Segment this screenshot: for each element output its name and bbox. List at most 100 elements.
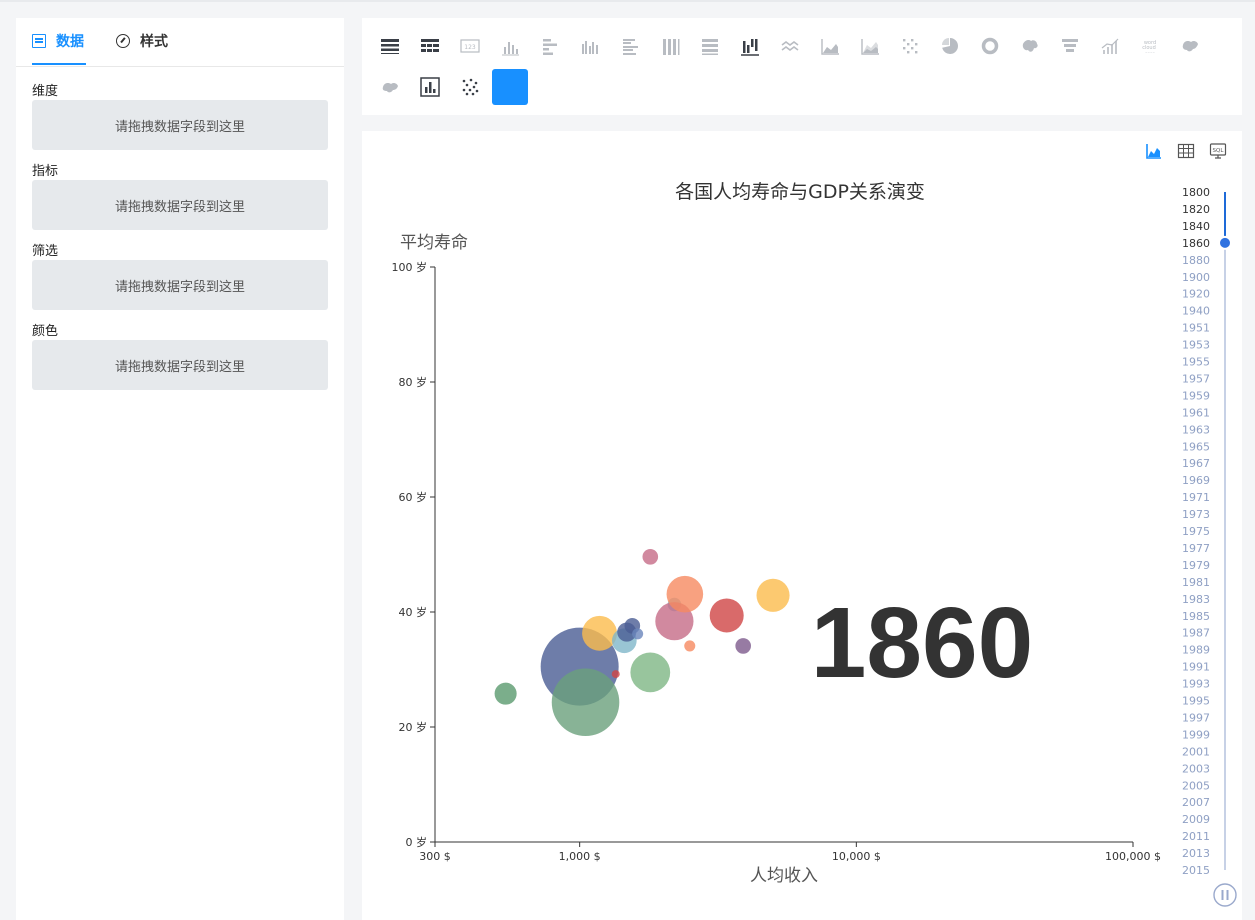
filter-dropzone[interactable]: 请拖拽数据字段到这里 [32, 260, 328, 310]
pie-chart-icon[interactable] [932, 28, 968, 64]
grouped-bar-icon[interactable] [612, 28, 648, 64]
timeline-year[interactable]: 2001 [1182, 745, 1210, 758]
area-chart-icon[interactable] [812, 28, 848, 64]
timeline-year[interactable]: 1975 [1182, 525, 1210, 538]
kpi-number-icon[interactable]: 123 [452, 28, 488, 64]
timeline-year[interactable]: 1860 [1182, 237, 1210, 250]
timeline-year[interactable]: 1979 [1182, 559, 1210, 572]
timeline-year[interactable]: 2007 [1182, 796, 1210, 809]
timeline-year[interactable]: 1963 [1182, 423, 1210, 436]
country-bubble[interactable] [582, 615, 617, 651]
y-axis-title: 平均寿命 [400, 233, 468, 253]
funnel-chart-icon[interactable] [1052, 28, 1088, 64]
stacked-area-icon[interactable] [852, 28, 888, 64]
timeline-year[interactable]: 2009 [1182, 813, 1210, 826]
country-bubble[interactable] [756, 578, 790, 612]
timeline-year[interactable]: 1993 [1182, 678, 1210, 691]
country-bubble[interactable] [735, 638, 751, 654]
timeline-year[interactable]: 1940 [1182, 305, 1210, 318]
timeline-year[interactable]: 1800 [1182, 186, 1210, 199]
color-label: 颜色 [32, 324, 59, 339]
timeline-year[interactable]: 1951 [1182, 322, 1210, 335]
dashboard-icon [116, 34, 130, 48]
country-bubble[interactable] [611, 670, 620, 679]
x-axis-title: 人均收入 [750, 866, 818, 886]
timeline-year[interactable]: 1971 [1182, 491, 1210, 504]
dimension-label: 维度 [32, 84, 59, 99]
top-divider [0, 0, 1255, 2]
histogram-icon[interactable] [412, 69, 448, 105]
bubble-animation-icon[interactable] [492, 69, 528, 105]
country-bubble[interactable] [630, 652, 671, 693]
tab-style[interactable]: 样式 [116, 18, 168, 64]
panel-tabs: 数据 样式 [16, 18, 344, 67]
combo-chart-icon[interactable] [1092, 28, 1128, 64]
timeline-year[interactable]: 1981 [1182, 576, 1210, 589]
timeline-year[interactable]: 1973 [1182, 508, 1210, 521]
donut-chart-icon[interactable] [972, 28, 1008, 64]
timeline-year[interactable]: 1999 [1182, 728, 1210, 741]
timeline-year[interactable]: 1953 [1182, 339, 1210, 352]
timeline-year[interactable]: 1965 [1182, 440, 1210, 453]
chart-card: SQL 各国人均寿命与GDP关系演变 平均寿命 人均收入 1860 0 岁 20 … [362, 131, 1242, 920]
timeline-handle[interactable] [1218, 235, 1232, 250]
timeline-year[interactable]: 1983 [1182, 593, 1210, 606]
timeline-year[interactable]: 1969 [1182, 474, 1210, 487]
country-bubble[interactable] [494, 682, 517, 705]
timeline-year[interactable]: 1920 [1182, 288, 1210, 301]
waterfall-icon[interactable] [732, 28, 768, 64]
pivot-table-icon[interactable] [412, 28, 448, 64]
grouped-column-icon[interactable] [572, 28, 608, 64]
column-chart-icon[interactable] [492, 28, 528, 64]
timeline-year[interactable]: 1961 [1182, 406, 1210, 419]
timeline-year[interactable]: 2015 [1182, 864, 1210, 877]
country-bubble[interactable] [666, 575, 704, 613]
world-map-icon[interactable] [1012, 28, 1048, 64]
country-bubble[interactable] [684, 640, 696, 652]
stacked-column-icon[interactable] [652, 28, 688, 64]
timeline-year[interactable]: 1997 [1182, 711, 1210, 724]
country-bubble[interactable] [632, 628, 644, 640]
timeline-year[interactable]: 2003 [1182, 762, 1210, 775]
timeline-year[interactable]: 1977 [1182, 542, 1210, 555]
word-cloud-icon[interactable]: word cloud ~~~~ [1132, 28, 1168, 64]
timeline-year[interactable]: 1955 [1182, 356, 1210, 369]
timeline-year[interactable]: 1959 [1182, 389, 1210, 402]
dimension-dropzone[interactable]: 请拖拽数据字段到这里 [32, 100, 328, 150]
y-tick-label: 80 岁 [399, 375, 428, 389]
y-tick-label: 100 岁 [392, 260, 428, 274]
timeline-year[interactable]: 1840 [1182, 220, 1210, 233]
color-dropzone[interactable]: 请拖拽数据字段到这里 [32, 340, 328, 390]
pause-icon[interactable] [1213, 883, 1237, 907]
scatter-plot-icon[interactable] [452, 69, 488, 105]
stacked-bar-icon[interactable] [692, 28, 728, 64]
timeline-year[interactable]: 1957 [1182, 372, 1210, 385]
flow-map-icon[interactable] [372, 69, 408, 105]
timeline-year[interactable]: 2011 [1182, 830, 1210, 843]
timeline-year[interactable]: 1987 [1182, 627, 1210, 640]
timeline-year[interactable]: 1900 [1182, 271, 1210, 284]
active-tab-indicator [32, 63, 86, 65]
timeline-year[interactable]: 1985 [1182, 610, 1210, 623]
bar-chart-icon[interactable] [532, 28, 568, 64]
metric-dropzone[interactable]: 请拖拽数据字段到这里 [32, 180, 328, 230]
timeline-year[interactable]: 2005 [1182, 779, 1210, 792]
country-bubble[interactable] [709, 598, 744, 633]
field-panel: 数据 样式 维度 请拖拽数据字段到这里 指标 请拖拽数据字段到这里 筛选 请拖拽… [16, 18, 344, 920]
tab-data[interactable]: 数据 [32, 18, 84, 64]
timeline-year[interactable]: 1991 [1182, 661, 1210, 674]
timeline-year[interactable]: 2013 [1182, 847, 1210, 860]
heatmap-icon[interactable] [892, 28, 928, 64]
timeline-year[interactable]: 1995 [1182, 695, 1210, 708]
timeline-year[interactable]: 1820 [1182, 203, 1210, 216]
line-chart-icon[interactable] [772, 28, 808, 64]
timeline-year[interactable]: 1967 [1182, 457, 1210, 470]
country-bubble[interactable] [642, 549, 659, 565]
bubble-chart: 各国人均寿命与GDP关系演变 平均寿命 人均收入 1860 0 岁 20 岁 40 … [392, 181, 1237, 907]
china-map-icon[interactable] [1172, 28, 1208, 64]
country-bubble[interactable] [551, 668, 620, 737]
current-year-watermark: 1860 [811, 587, 1033, 699]
timeline-year[interactable]: 1880 [1182, 254, 1210, 267]
table-icon[interactable] [372, 28, 408, 64]
timeline-year[interactable]: 1989 [1182, 644, 1210, 657]
